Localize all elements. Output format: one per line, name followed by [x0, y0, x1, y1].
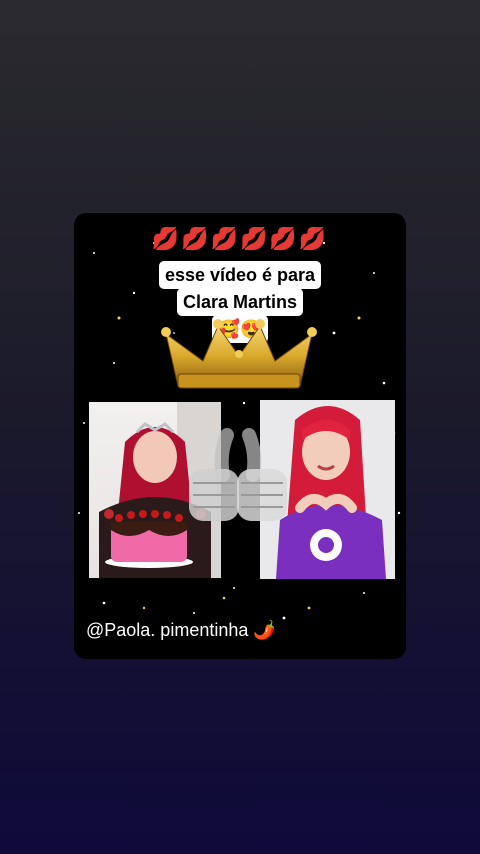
crown-icon: [161, 319, 317, 389]
creator-handle[interactable]: @Paola. pimentinha 🌶️: [74, 620, 406, 641]
caption-line-2: Clara Martins: [176, 288, 304, 316]
caption-line-1: esse vídeo é para: [158, 261, 322, 289]
kiss-emoji-row: 💋💋💋💋💋💋: [151, 227, 329, 252]
video-card[interactable]: 💋💋💋💋💋💋 esse vídeo é para Clara Martins 🥰…: [74, 213, 406, 659]
fist-bump-icon: [189, 428, 287, 521]
